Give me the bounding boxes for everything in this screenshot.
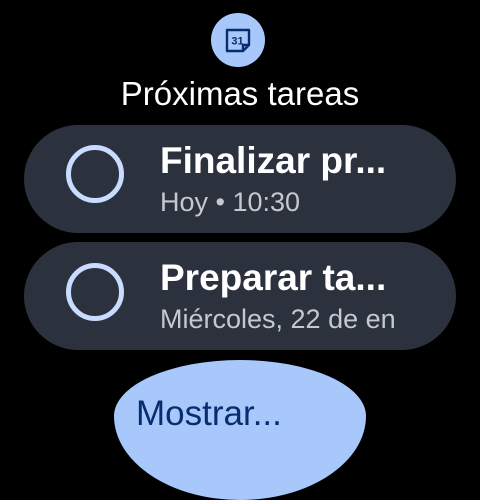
show-more-button[interactable]: Mostrar... xyxy=(114,360,366,500)
unchecked-circle-icon[interactable] xyxy=(66,145,124,203)
calendar-icon: 31 xyxy=(211,13,265,67)
calendar-glyph: 31 xyxy=(225,28,251,53)
page-title: Próximas tareas xyxy=(120,75,360,112)
unchecked-circle-icon[interactable] xyxy=(66,263,124,321)
task-title: Preparar ta... xyxy=(160,257,387,298)
task-due-date: Miércoles, 22 de en xyxy=(160,304,396,334)
task-item-1[interactable]: Finalizar pr... Hoy • 10:30 xyxy=(24,125,456,233)
task-title: Finalizar pr... xyxy=(160,140,387,181)
task-due-time: Hoy • 10:30 xyxy=(160,187,301,217)
show-more-label: Mostrar... xyxy=(136,394,282,433)
task-item-2[interactable]: Preparar ta... Miércoles, 22 de en xyxy=(24,242,456,350)
calendar-day-number: 31 xyxy=(231,36,243,48)
